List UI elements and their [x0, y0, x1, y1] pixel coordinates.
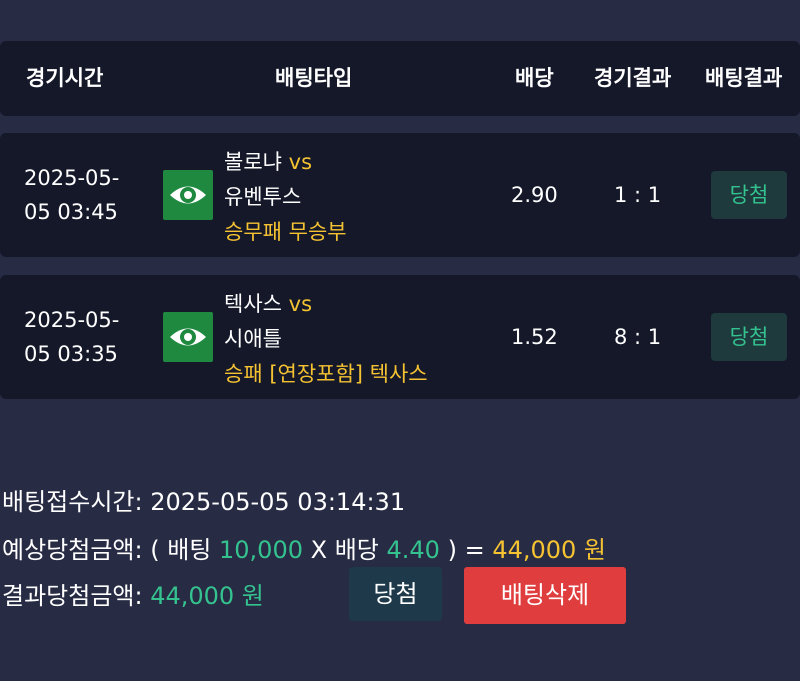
vs-label: vs [288, 292, 313, 316]
header-bet-type: 배팅타입 [275, 66, 353, 90]
match-date: 2025-05- [24, 166, 120, 190]
bet-type: 볼로냐 vs 유벤투스 승무패 무승부 [224, 145, 347, 250]
match-date: 2025-05- [24, 308, 120, 332]
game-score: 8 : 1 [614, 325, 662, 349]
odds-value: 1.52 [511, 325, 558, 349]
home-team: 볼로냐 [224, 150, 282, 174]
teams-line: 텍사스 vs [224, 287, 428, 322]
match-time: 2025-05- 05 03:35 [24, 303, 134, 371]
match-clock: 05 03:45 [24, 200, 118, 224]
eye-icon[interactable] [163, 170, 213, 220]
times-odds-label: X 배당 [310, 536, 379, 564]
result-win-line: 결과당첨금액: 44,000 원 [2, 576, 264, 611]
game-score: 1 : 1 [614, 183, 662, 207]
bet-market: 승무패 무승부 [224, 220, 347, 244]
header-time: 경기시간 [26, 66, 104, 90]
header-bet-result: 배팅결과 [705, 66, 783, 90]
teams-line: 볼로냐 vs [224, 145, 347, 180]
result-badge: 당첨 [711, 171, 787, 219]
colon: : [134, 582, 151, 610]
result-amount: 44,000 원 [150, 582, 264, 610]
paren-close: ) = [447, 536, 485, 564]
odds-value: 2.90 [511, 183, 558, 207]
received-time-line: 배팅접수시간: 2025-05-05 03:14:31 [2, 482, 405, 517]
away-team: 유벤투스 [224, 185, 302, 209]
eye-icon[interactable] [163, 312, 213, 362]
total-odds: 4.40 [386, 536, 440, 564]
header-game-result: 경기결과 [594, 66, 672, 90]
result-label: 결과당첨금액 [2, 582, 135, 610]
bet-amount: 10,000 [219, 536, 303, 564]
match-time: 2025-05- 05 03:45 [24, 161, 134, 229]
header-odds: 배당 [515, 66, 554, 90]
home-team: 텍사스 [224, 292, 282, 316]
bet-row: 2025-05- 05 03:45 볼로냐 vs 유벤투스 승무패 무승부 2.… [0, 133, 800, 257]
expected-win-line: 예상당첨금액: ( 배팅 10,000 X 배당 4.40 ) = 44,000… [2, 530, 606, 565]
table-header: 경기시간 배팅타입 배당 경기결과 배팅결과 [0, 41, 800, 116]
expected-amount: 44,000 원 [492, 536, 607, 564]
win-status-button[interactable]: 당첨 [349, 567, 442, 621]
colon: : [134, 536, 151, 564]
bet-row: 2025-05- 05 03:35 텍사스 vs 시애틀 승패 [연장포함] 텍… [0, 275, 800, 399]
delete-bet-button[interactable]: 배팅삭제 [464, 567, 626, 624]
result-badge: 당첨 [711, 313, 787, 361]
received-label: 배팅접수시간 [2, 488, 135, 516]
away-team: 시애틀 [224, 327, 282, 351]
bet-type: 텍사스 vs 시애틀 승패 [연장포함] 텍사스 [224, 287, 428, 392]
colon: : [134, 488, 151, 516]
paren-open: ( 배팅 [150, 536, 212, 564]
bet-market: 승패 [연장포함] 텍사스 [224, 362, 428, 386]
vs-label: vs [288, 150, 313, 174]
match-clock: 05 03:35 [24, 342, 118, 366]
expected-label: 예상당첨금액 [2, 536, 135, 564]
received-value: 2025-05-05 03:14:31 [150, 488, 406, 516]
